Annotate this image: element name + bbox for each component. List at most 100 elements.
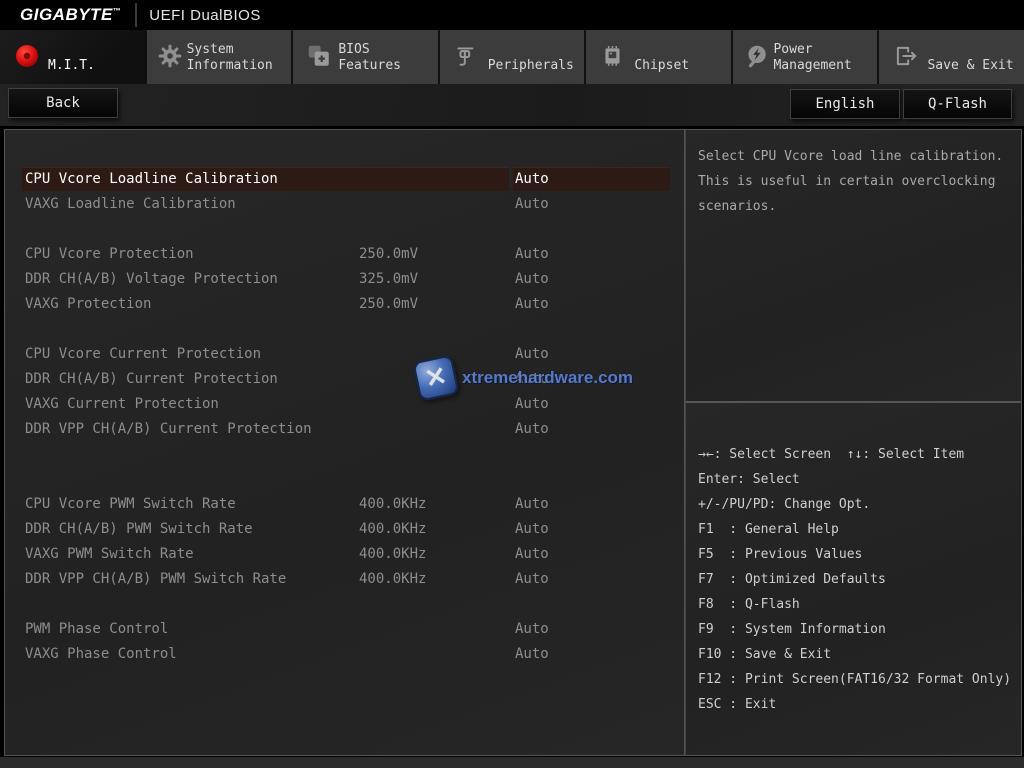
- settings-panel: CPU Vcore Loadline CalibrationAutoVAXG L…: [4, 129, 685, 756]
- setting-label: DDR VPP CH(A/B) Current Protection: [25, 417, 312, 442]
- setting-label: VAXG Phase Control: [25, 642, 177, 667]
- setting-row[interactable]: PWM Phase Control Auto: [5, 617, 684, 642]
- tab-label: BIOS Features: [334, 42, 431, 78]
- gear-icon: [157, 43, 183, 69]
- setting-row[interactable]: DDR CH(A/B) Voltage Protection 325.0mV Aut…: [5, 267, 684, 292]
- tab-label: Chipset: [630, 58, 689, 78]
- setting-label: VAXG Protection: [25, 292, 151, 317]
- app-title: UEFI DualBIOS: [149, 7, 261, 24]
- hotkey-line: F1 : General Help: [698, 517, 1021, 542]
- setting-row[interactable]: VAXG Phase Control Auto: [5, 642, 684, 667]
- chipset-icon: [596, 43, 630, 69]
- setting-label: CPU Vcore Current Protection: [25, 342, 261, 367]
- help-description-panel: Select CPU Vcore load line calibration.T…: [685, 129, 1022, 402]
- setting-option[interactable]: Auto: [515, 567, 549, 592]
- setting-option[interactable]: Auto: [515, 617, 549, 642]
- save-exit-icon: [889, 43, 923, 69]
- setting-label: DDR CH(A/B) PWM Switch Rate: [25, 517, 253, 542]
- tab-peripherals[interactable]: Peripherals: [440, 30, 587, 84]
- tab-system-information[interactable]: System Information: [147, 30, 294, 84]
- hotkey-line: →←: Select Screen ↑↓: Select Item: [698, 442, 1021, 467]
- hotkey-line: F9 : System Information: [698, 617, 1021, 642]
- setting-option[interactable]: Auto: [515, 267, 549, 292]
- qflash-button[interactable]: Q-Flash: [903, 89, 1012, 119]
- back-button[interactable]: Back: [8, 88, 118, 118]
- help-description: Select CPU Vcore load line calibration.T…: [686, 130, 1021, 219]
- top-bar: GIGABYTE™ UEFI DualBIOS: [0, 0, 1024, 30]
- setting-row[interactable]: DDR VPP CH(A/B) PWM Switch Rate 400.0KHz A…: [5, 567, 684, 592]
- setting-row[interactable]: VAXG Current Protection Auto: [5, 392, 684, 417]
- setting-label: CPU Vcore Loadline Calibration: [25, 167, 278, 192]
- setting-current-value: 250.0mV: [359, 242, 418, 267]
- setting-label: DDR CH(A/B) Voltage Protection: [25, 267, 278, 292]
- setting-option[interactable]: Auto: [515, 192, 549, 217]
- setting-row[interactable]: VAXG PWM Switch Rate 400.0KHz Auto: [5, 542, 684, 567]
- trademark-symbol: ™: [113, 6, 122, 15]
- setting-label: CPU Vcore PWM Switch Rate: [25, 492, 236, 517]
- setting-label: DDR VPP CH(A/B) PWM Switch Rate: [25, 567, 286, 592]
- help-description-line: scenarios.: [698, 194, 1021, 219]
- setting-row[interactable]: DDR CH(A/B) Current Protection Auto: [5, 367, 684, 392]
- setting-option[interactable]: Auto: [515, 292, 549, 317]
- setting-current-value: 400.0KHz: [359, 567, 426, 592]
- hotkey-line: F7 : Optimized Defaults: [698, 567, 1021, 592]
- tab-save-exit[interactable]: Save & Exit: [879, 30, 1024, 84]
- hotkey-line: F10 : Save & Exit: [698, 642, 1021, 667]
- hotkey-line: Enter: Select: [698, 467, 1021, 492]
- setting-option[interactable]: Auto: [515, 242, 549, 267]
- tab-label: Power Management: [769, 42, 871, 78]
- setting-row[interactable]: VAXG Loadline Calibration Auto: [5, 192, 684, 217]
- setting-option[interactable]: Auto: [515, 367, 549, 392]
- setting-current-value: 400.0KHz: [359, 517, 426, 542]
- setting-option[interactable]: Auto: [515, 167, 549, 192]
- tab-chipset[interactable]: Chipset: [586, 30, 733, 84]
- setting-row[interactable]: CPU Vcore PWM Switch Rate 400.0KHz Auto: [5, 492, 684, 517]
- setting-current-value: 325.0mV: [359, 267, 418, 292]
- tab-power-management[interactable]: Power Management: [733, 30, 880, 84]
- setting-label: VAXG Current Protection: [25, 392, 219, 417]
- setting-option[interactable]: Auto: [515, 342, 549, 367]
- language-button[interactable]: English: [790, 89, 900, 119]
- gigabyte-logo: GIGABYTE™: [20, 5, 121, 25]
- power-icon: [743, 43, 770, 69]
- setting-option[interactable]: Auto: [515, 642, 549, 667]
- hotkey-legend: →←: Select Screen ↑↓: Select ItemEnter: …: [686, 403, 1021, 717]
- setting-option[interactable]: Auto: [515, 517, 549, 542]
- bottom-strip: [0, 757, 1024, 768]
- help-description-line: This is useful in certain overclocking: [698, 169, 1021, 194]
- setting-option[interactable]: Auto: [515, 392, 549, 417]
- setting-option[interactable]: Auto: [515, 492, 549, 517]
- setting-row[interactable]: CPU Vcore Current Protection Auto: [5, 342, 684, 367]
- tab-label: M.I.T.: [44, 58, 95, 78]
- tab-bar: M.I.T. System Information BIOS Features Per…: [0, 30, 1024, 84]
- setting-current-value: 400.0KHz: [359, 542, 426, 567]
- tab-mit[interactable]: M.I.T.: [0, 30, 147, 84]
- tab-label: System Information: [183, 42, 286, 78]
- brand-divider: [135, 3, 137, 27]
- setting-label: DDR CH(A/B) Current Protection: [25, 367, 278, 392]
- setting-row[interactable]: CPU Vcore Loadline Calibration Auto: [5, 167, 684, 192]
- uefi-bios-screen: GIGABYTE™ UEFI DualBIOS M.I.T. System Inf…: [0, 0, 1024, 768]
- setting-label: VAXG Loadline Calibration: [25, 192, 236, 217]
- setting-current-value: 250.0mV: [359, 292, 418, 317]
- bios-features-icon: [303, 43, 334, 69]
- setting-row[interactable]: VAXG Protection 250.0mV Auto: [5, 292, 684, 317]
- help-description-line: Select CPU Vcore load line calibration.: [698, 144, 1021, 169]
- hotkey-line: F8 : Q-Flash: [698, 592, 1021, 617]
- hotkey-line: +/-/PU/PD: Change Opt.: [698, 492, 1021, 517]
- setting-row[interactable]: CPU Vcore Protection 250.0mV Auto: [5, 242, 684, 267]
- setting-row[interactable]: DDR CH(A/B) PWM Switch Rate 400.0KHz Auto: [5, 517, 684, 542]
- peripherals-icon: [450, 43, 484, 69]
- setting-option[interactable]: Auto: [515, 417, 549, 442]
- hotkey-line: F5 : Previous Values: [698, 542, 1021, 567]
- tab-label: Save & Exit: [923, 58, 1013, 78]
- tab-label: Peripherals: [484, 58, 574, 78]
- setting-label: PWM Phase Control: [25, 617, 168, 642]
- tab-bios-features[interactable]: BIOS Features: [293, 30, 440, 84]
- setting-label: VAXG PWM Switch Rate: [25, 542, 194, 567]
- setting-label: CPU Vcore Protection: [25, 242, 194, 267]
- setting-option[interactable]: Auto: [515, 542, 549, 567]
- mit-icon: [10, 42, 44, 70]
- setting-current-value: 400.0KHz: [359, 492, 426, 517]
- setting-row[interactable]: DDR VPP CH(A/B) Current Protection Auto: [5, 417, 684, 442]
